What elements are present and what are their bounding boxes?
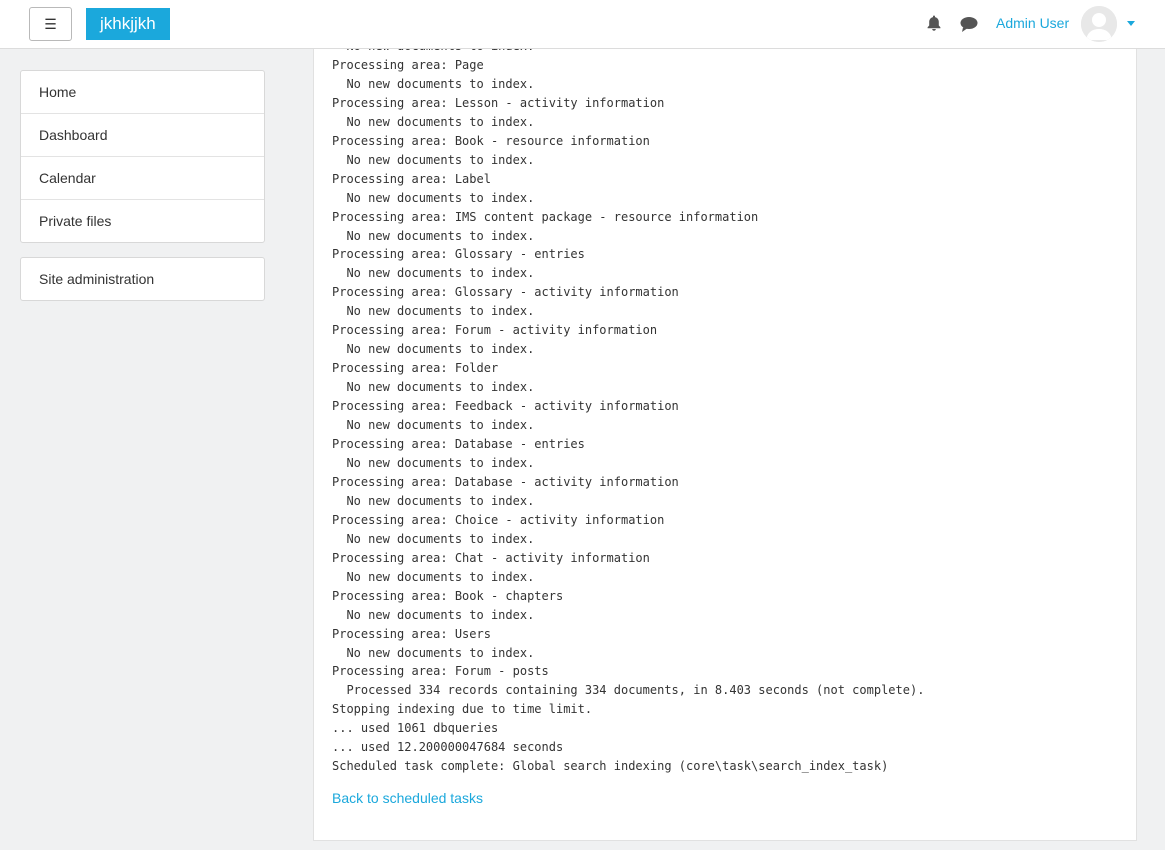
log-line: No new documents to index. (332, 49, 924, 56)
log-line: Processing area: Glossary - entries (332, 247, 585, 262)
log-line: Processing area: Book - chapters (332, 588, 564, 603)
log-line: Processing area: Choice - activity infor… (332, 512, 665, 527)
sidebar-item-site-administration[interactable]: Site administration (21, 258, 264, 301)
log-line: ... used 12.200000047684 seconds (332, 740, 564, 755)
log-line: No new documents to index. (332, 531, 535, 546)
log-line: Processing area: IMS content package - r… (332, 209, 759, 224)
log-line: No new documents to index. (332, 418, 535, 433)
log-line: No new documents to index. (332, 152, 535, 167)
log-line: Processing area: Feedback - activity inf… (332, 399, 679, 414)
log-line: No new documents to index. (332, 304, 535, 319)
log-line: No new documents to index. (332, 228, 535, 243)
log-line: Processing area: Users (332, 626, 491, 641)
log-line: Stopping indexing due to time limit. (332, 702, 593, 717)
sidebar-navigation: Home Dashboard Calendar Private files (20, 70, 265, 243)
log-line: No new documents to index. (332, 607, 535, 622)
log-line: Processing area: Forum - activity inform… (332, 323, 658, 338)
sidebar-item-private-files[interactable]: Private files (21, 200, 264, 243)
avatar[interactable] (1081, 6, 1117, 42)
log-line: Processing area: Folder (332, 361, 499, 376)
chevron-down-icon[interactable] (1127, 21, 1135, 26)
task-output-card: No new documents to index.Processing are… (313, 49, 1137, 841)
log-line: Scheduled task complete: Global search i… (332, 759, 889, 774)
site-brand[interactable]: jkhkjjkh (86, 8, 170, 40)
log-line: Processing area: Page (332, 57, 484, 72)
log-line: Processing area: Lesson - activity infor… (332, 95, 665, 110)
log-line: Processing area: Database - activity inf… (332, 474, 679, 489)
log-line: No new documents to index. (332, 266, 535, 281)
log-line: No new documents to index. (332, 493, 535, 508)
log-line: No new documents to index. (332, 645, 535, 660)
log-line: No new documents to index. (332, 190, 535, 205)
sidebar-item-calendar[interactable]: Calendar (21, 157, 264, 200)
sidebar-item-dashboard[interactable]: Dashboard (21, 114, 264, 157)
top-navbar: ☰ jkhkjjkh Admin User (0, 0, 1165, 49)
log-line: No new documents to index. (332, 342, 535, 357)
log-line: Processing area: Glossary - activity inf… (332, 285, 679, 300)
hamburger-icon: ☰ (44, 15, 57, 32)
main-content: No new documents to index.Processing are… (285, 49, 1165, 850)
log-line: ... used 1061 dbqueries (332, 721, 499, 736)
log-line: Processing area: Forum - posts (332, 664, 549, 679)
log-line: Processing area: Database - entries (332, 437, 585, 452)
sidebar-item-home[interactable]: Home (21, 71, 264, 114)
log-line: No new documents to index. (332, 569, 535, 584)
bell-icon[interactable] (925, 14, 943, 32)
log-line: Processing area: Label (332, 171, 491, 186)
log-line: Processed 334 records containing 334 doc… (332, 683, 925, 698)
task-log-output: No new documents to index.Processing are… (332, 49, 924, 776)
log-line: Processing area: Chat - activity informa… (332, 550, 650, 565)
sidebar-admin-block: Site administration (20, 257, 265, 301)
log-line: No new documents to index. (332, 114, 535, 129)
back-to-scheduled-tasks-link[interactable]: Back to scheduled tasks (332, 790, 483, 806)
log-line: Processing area: Book - resource informa… (332, 133, 650, 148)
chat-icon[interactable] (959, 15, 979, 33)
menu-toggle-button[interactable]: ☰ (29, 7, 72, 41)
user-silhouette-icon (1081, 6, 1117, 42)
log-line: No new documents to index. (332, 76, 535, 91)
log-line: No new documents to index. (332, 380, 535, 395)
user-menu-name[interactable]: Admin User (996, 15, 1069, 31)
log-line: No new documents to index. (332, 455, 535, 470)
